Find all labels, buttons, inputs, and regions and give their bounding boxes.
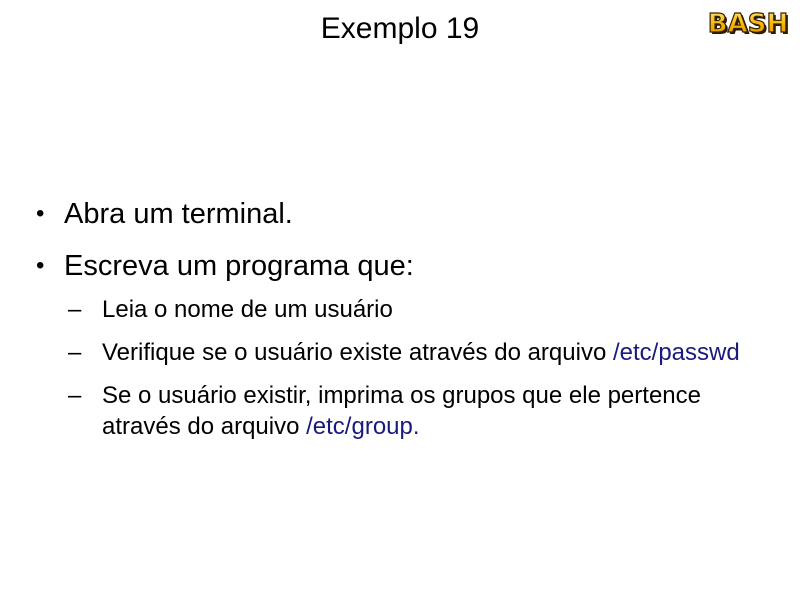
sub-item: – Leia o nome de um usuário xyxy=(68,294,756,325)
file-path: /etc/passwd xyxy=(612,339,740,366)
bullet-marker: • xyxy=(36,200,45,227)
sub-item-text: Verifique se o usuário existe através do… xyxy=(102,339,613,366)
file-path: /etc/group xyxy=(306,413,413,440)
bullet-text: Abra um terminal. xyxy=(64,198,293,230)
bash-logo-text: BASH xyxy=(708,9,788,38)
bullet-text: Escreva um programa que: xyxy=(64,250,414,282)
sub-item-text: Leia o nome de um usuário xyxy=(102,296,393,323)
sub-list: – Leia o nome de um usuário – Verifique … xyxy=(64,294,756,442)
bullet-item: • Escreva um programa que: – Leia o nome… xyxy=(36,248,756,442)
bullet-list: • Abra um terminal. • Escreva um program… xyxy=(36,196,756,458)
trailing-period: . xyxy=(412,413,420,440)
bash-logo: BASH BASH xyxy=(707,8,790,38)
slide-title: Exemplo 19 xyxy=(320,12,480,45)
sub-item: – Verifique se o usuário existe através … xyxy=(68,337,756,368)
dash-marker: – xyxy=(68,382,82,409)
dash-marker: – xyxy=(68,339,82,366)
bullet-marker: • xyxy=(36,252,45,279)
dash-marker: – xyxy=(68,296,82,323)
bullet-item: • Abra um terminal. xyxy=(36,196,756,232)
sub-item: – Se o usuário existir, imprima os grupo… xyxy=(68,380,756,442)
